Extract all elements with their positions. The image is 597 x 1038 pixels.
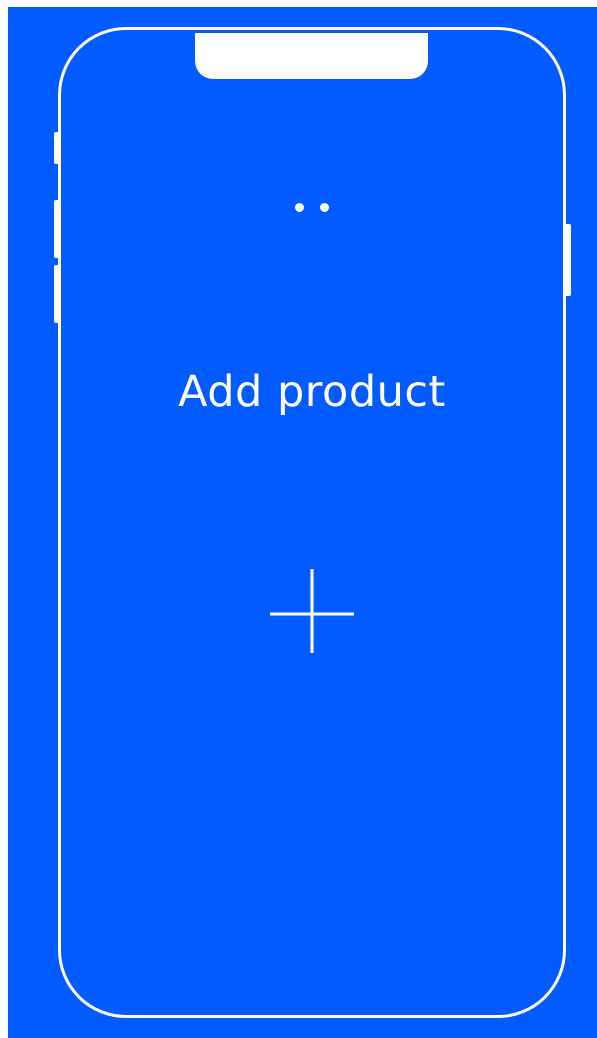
- page-title: Add product: [178, 367, 446, 417]
- dot: [320, 203, 329, 212]
- dot: [295, 203, 304, 212]
- phone-notch: [195, 33, 428, 79]
- phone-frame: [58, 27, 566, 1018]
- plus-icon: [270, 569, 354, 653]
- add-product-button[interactable]: [270, 569, 354, 653]
- two-dots-icon: [295, 203, 335, 213]
